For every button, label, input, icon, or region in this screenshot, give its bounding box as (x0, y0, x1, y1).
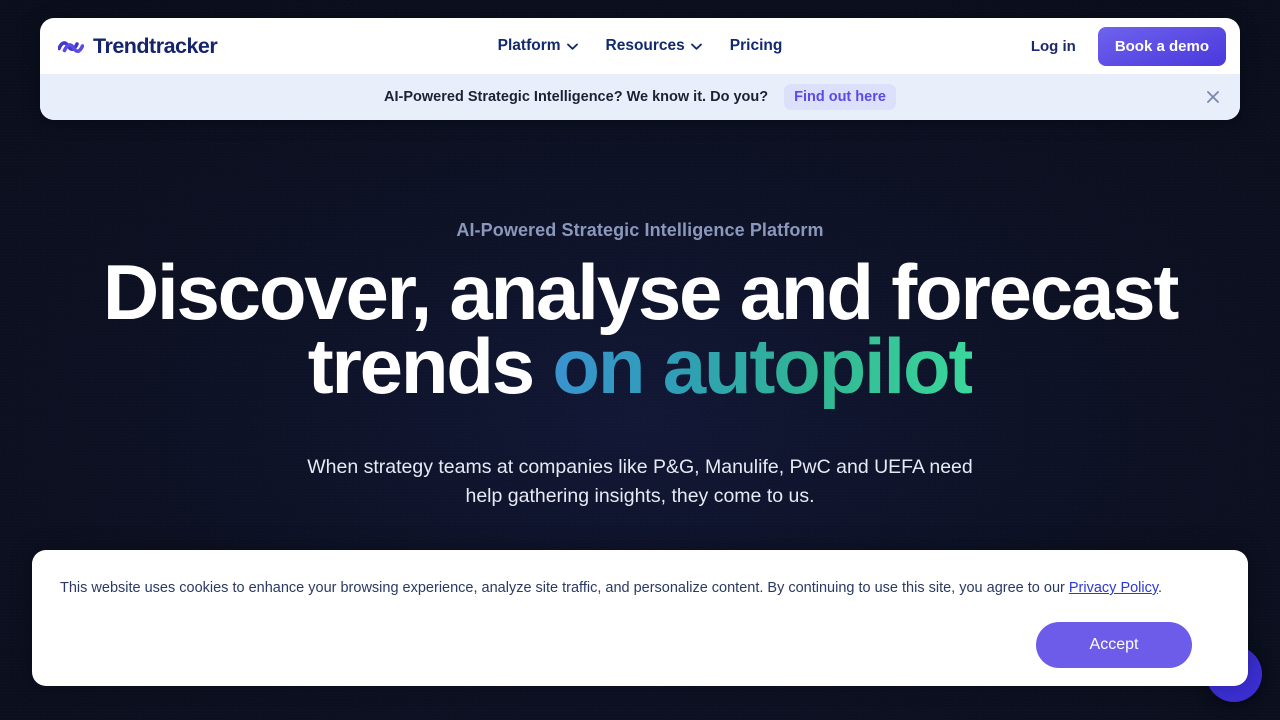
chevron-down-icon (566, 43, 578, 50)
chevron-down-icon (690, 43, 702, 50)
accept-cookies-button[interactable]: Accept (1036, 621, 1192, 668)
close-icon[interactable] (1204, 88, 1222, 106)
nav-item-resources-label: Resources (605, 37, 685, 54)
announcement-text: AI-Powered Strategic Intelligence? We kn… (384, 89, 769, 105)
privacy-policy-link[interactable]: Privacy Policy (1069, 580, 1158, 596)
cookie-actions: Accept (60, 621, 1220, 668)
nav-actions: Log in Book a demo (1031, 26, 1226, 66)
main-navigation: Trendtracker Platform Resources Pricing (40, 18, 1240, 74)
nav-item-platform-label: Platform (497, 37, 561, 54)
brand-name: Trendtracker (93, 33, 218, 58)
announcement-cta-link[interactable]: Find out here (784, 84, 896, 110)
cookie-text-end: . (1158, 580, 1163, 596)
cookie-consent-banner: This website uses cookies to enhance you… (32, 550, 1248, 686)
wave-logo-icon (58, 41, 84, 53)
subheading-line-1: When strategy teams at companies like P&… (307, 456, 924, 479)
nav-item-pricing[interactable]: Pricing (730, 37, 783, 55)
page-background: AI-Powered Strategic Intelligence Platfo… (0, 0, 1280, 720)
cookie-text-main: This website uses cookies to enhance you… (60, 580, 1069, 596)
headline-line-2-plain: trends (307, 322, 535, 411)
cookie-consent-text: This website uses cookies to enhance you… (60, 578, 1220, 600)
login-link[interactable]: Log in (1031, 38, 1076, 55)
hero-eyebrow: AI-Powered Strategic Intelligence Platfo… (456, 220, 824, 240)
nav-item-platform[interactable]: Platform (498, 37, 578, 55)
announcement-bar: AI-Powered Strategic Intelligence? We kn… (40, 74, 1240, 120)
page-title: Discover, analyse and forecast trends on… (103, 253, 1179, 405)
headline-line-2-gradient: on autopilot (552, 322, 974, 411)
book-demo-button[interactable]: Book a demo (1097, 26, 1226, 66)
nav-item-pricing-label: Pricing (729, 37, 783, 54)
header-card: Trendtracker Platform Resources Pricing (40, 18, 1240, 120)
brand-logo[interactable]: Trendtracker (58, 33, 218, 59)
hero-section: AI-Powered Strategic Intelligence Platfo… (0, 128, 1280, 512)
nav-item-resources[interactable]: Resources (606, 37, 702, 55)
hero-subheading: When strategy teams at companies like P&… (290, 453, 990, 512)
